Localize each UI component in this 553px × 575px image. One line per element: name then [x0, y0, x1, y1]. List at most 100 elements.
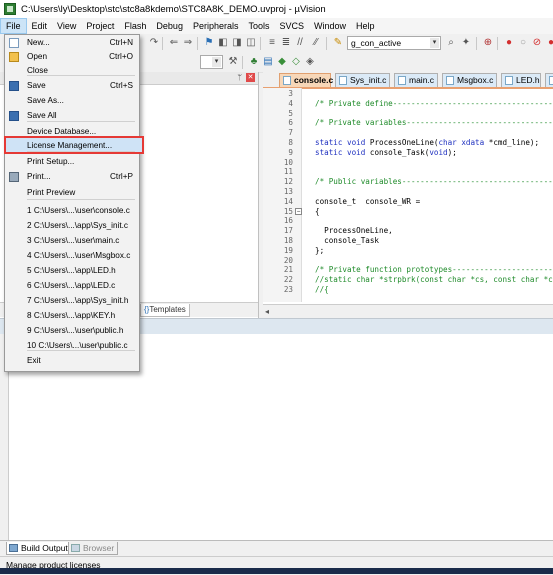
menu-file[interactable]: File: [0, 18, 27, 34]
unindent-icon[interactable]: ≣: [280, 37, 292, 49]
menu-project[interactable]: Project: [81, 18, 119, 34]
menu-tools[interactable]: Tools: [243, 18, 274, 34]
file-menu-item-7-c-users-app-sys-init-h[interactable]: 7 C:\Users\...\app\Sys_init.h: [5, 293, 139, 309]
code-view[interactable]: 3 4 /* Private define---------------------…: [263, 88, 553, 302]
tab-main-c[interactable]: main.c: [394, 73, 438, 87]
file-menu-item-print-preview[interactable]: Print Preview: [5, 185, 139, 201]
target-combo-value: g_con_active: [351, 38, 402, 48]
chevron-down-icon: ▾: [430, 38, 439, 48]
books-icon[interactable]: ◈: [304, 56, 316, 68]
print-icon: [9, 172, 19, 182]
file-menu-item-10-c-users-user-public-c[interactable]: 10 C:\Users\...\user\public.c: [5, 338, 139, 354]
editor-area: console.c Sys_init.c main.c Msgbox.c LED…: [263, 72, 553, 319]
menu-flash[interactable]: Flash: [119, 18, 151, 34]
file-menu-item-1-c-users-user-console-c[interactable]: 1 C:\Users\...\user\console.c: [5, 203, 139, 219]
build-output-label: Build Output: [21, 543, 68, 553]
prev-bookmark-icon[interactable]: ◧: [217, 37, 229, 49]
scroll-left-icon[interactable]: ◂: [265, 307, 269, 316]
line-number: 16: [283, 216, 293, 226]
nav-forward-icon[interactable]: ⇒: [182, 37, 194, 49]
menu-item-label: 2 C:\Users\...\app\Sys_init.c: [27, 221, 129, 230]
tab-console-c[interactable]: console.c: [279, 73, 333, 87]
pack-installer-icon[interactable]: ▤: [262, 56, 274, 68]
file-menu-item-4-c-users-user-msgbox-c[interactable]: 4 C:\Users\...\user\Msgbox.c: [5, 248, 139, 264]
disable-breakpoint-icon[interactable]: ○: [517, 37, 529, 49]
menu-item-label: Save: [27, 81, 46, 90]
bookmark-icon[interactable]: ⚑: [203, 37, 215, 49]
fold-toggle-icon[interactable]: −: [295, 207, 302, 215]
menu-item-shortcut: Ctrl+S: [110, 81, 133, 90]
kill-breakpoints-icon[interactable]: ⊘: [531, 37, 543, 49]
code-text: /* Private variables--------------------…: [315, 118, 553, 128]
file-menu-item-5-c-users-app-led-h[interactable]: 5 C:\Users\...\app\LED.h: [5, 263, 139, 279]
rte-icon[interactable]: ◇: [290, 56, 302, 68]
file-menu-item-print-setup[interactable]: Print Setup...: [5, 154, 139, 170]
find-icon[interactable]: ⌕: [445, 37, 457, 49]
code-text: ProcessOneLine,: [315, 226, 393, 236]
file-menu-item-close[interactable]: Close: [5, 63, 139, 79]
tab-templates[interactable]: {}Templates: [140, 304, 190, 317]
file-menu-item-9-c-users-user-public-h[interactable]: 9 C:\Users\...\user\public.h: [5, 323, 139, 339]
pin-icon[interactable]: ᛘ: [237, 73, 242, 82]
menu-item-label: 9 C:\Users\...\user\public.h: [27, 326, 124, 335]
line-number: 4: [288, 98, 293, 108]
uncomment-icon[interactable]: ⁄⁄: [310, 37, 322, 49]
code-text: /* Public variables---------------------…: [315, 177, 553, 187]
clear-bookmarks-icon[interactable]: ◫: [245, 37, 257, 49]
file-menu-item-6-c-users-app-led-c[interactable]: 6 C:\Users\...\app\LED.c: [5, 278, 139, 294]
menu-peripherals[interactable]: Peripherals: [188, 18, 244, 34]
tab-sys-init-c[interactable]: Sys_init.c: [335, 73, 390, 87]
menu-debug[interactable]: Debug: [151, 18, 188, 34]
select-packs-icon[interactable]: ◆: [276, 56, 288, 68]
menu-item-label: 3 C:\Users\...\user\main.c: [27, 236, 120, 245]
save-icon: [9, 81, 19, 91]
file-menu-item-save-as[interactable]: Save As...: [5, 93, 139, 109]
code-text: //static char *strpbrk(const char *cs, c…: [315, 275, 553, 285]
new-file-icon: [9, 38, 19, 48]
indent-icon[interactable]: ≡: [266, 37, 278, 49]
menu-svcs[interactable]: SVCS: [275, 18, 310, 34]
menu-window[interactable]: Window: [309, 18, 351, 34]
file-menu-item-license-management[interactable]: License Management...: [5, 138, 139, 154]
menu-item-label: 6 C:\Users\...\app\LED.c: [27, 281, 116, 290]
window-title: C:\Users\ly\Desktop\stc\stc8a8kdemo\STC8…: [21, 3, 326, 15]
file-menu-item-3-c-users-user-main-c[interactable]: 3 C:\Users\...\user\main.c: [5, 233, 139, 249]
taskbar-strip: [0, 568, 553, 574]
tab-led-h[interactable]: LED.h: [501, 73, 541, 87]
breakpoint-icon[interactable]: ●: [503, 37, 515, 49]
menu-edit[interactable]: Edit: [27, 18, 53, 34]
comment-icon[interactable]: //: [294, 37, 306, 49]
find-in-files-icon[interactable]: ✎: [332, 37, 344, 49]
tab-build-output[interactable]: Build Output: [6, 542, 72, 555]
options-icon[interactable]: ⚒: [227, 56, 239, 68]
next-bookmark-icon[interactable]: ◨: [231, 37, 243, 49]
file-menu-item-8-c-users-app-key-h[interactable]: 8 C:\Users\...\app\KEY.h: [5, 308, 139, 324]
tab-msgbox-c[interactable]: Msgbox.c: [442, 73, 497, 87]
menu-view[interactable]: View: [52, 18, 81, 34]
save-all-icon: [9, 111, 19, 121]
line-number: 13: [283, 187, 293, 196]
file-menu-item-2-c-users-app-sys-init-c[interactable]: 2 C:\Users\...\app\Sys_init.c: [5, 218, 139, 234]
uvision-app-icon: [4, 3, 16, 15]
project-combo[interactable]: ▾: [200, 55, 223, 69]
zoom-icon[interactable]: ⊕: [482, 37, 494, 49]
horizontal-scrollbar[interactable]: ◂: [263, 304, 553, 319]
file-menu-item-print[interactable]: Print... Ctrl+P: [5, 169, 139, 185]
close-icon[interactable]: ✕: [246, 73, 255, 82]
file-menu-item-save[interactable]: Save Ctrl+S: [5, 78, 139, 94]
menu-item-label: Print Preview: [27, 188, 76, 197]
code-text: static void console_Task(void);: [315, 147, 457, 157]
manage-components-icon[interactable]: ♣: [248, 56, 260, 68]
file-menu-item-exit[interactable]: Exit: [5, 353, 139, 369]
menu-help[interactable]: Help: [351, 18, 380, 34]
more-icon[interactable]: ●: [545, 37, 553, 49]
file-menu-item-save-all[interactable]: Save All: [5, 108, 139, 124]
incremental-find-icon[interactable]: ✦: [460, 37, 472, 49]
file-menu-dropdown: New... Ctrl+N Open Ctrl+O Close Save Ctrl+S Sav…: [4, 34, 144, 372]
redo-icon[interactable]: ↷: [148, 37, 160, 49]
tab-browser[interactable]: Browser: [68, 542, 119, 555]
nav-back-icon[interactable]: ⇐: [168, 37, 180, 49]
tab-led-c[interactable]: [545, 73, 553, 87]
menu-bar: File Edit View Project Flash Debug Perip…: [0, 18, 553, 34]
target-combo[interactable]: g_con_active ▾: [347, 36, 441, 50]
